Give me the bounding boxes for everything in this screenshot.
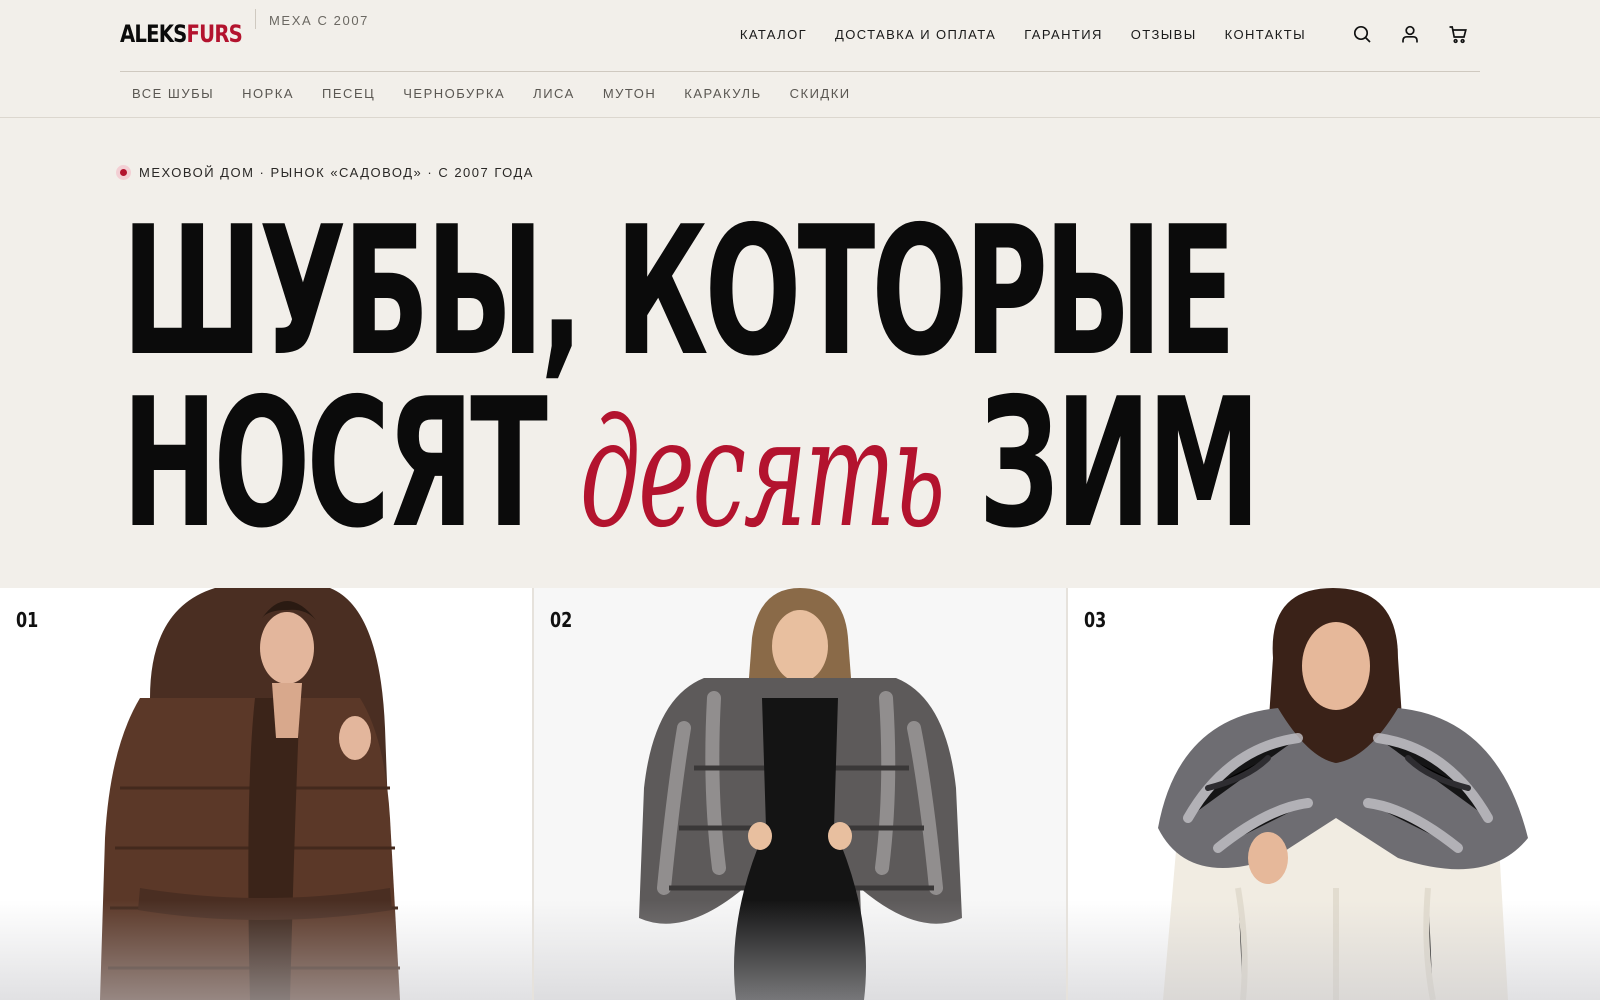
category-silver-fox[interactable]: ЧЕРНОБУРКА (403, 86, 505, 101)
status-dot-icon (116, 165, 131, 180)
user-icon[interactable] (1400, 24, 1420, 44)
card-number: 01 (16, 608, 39, 632)
cart-icon[interactable] (1448, 24, 1468, 44)
category-mink[interactable]: НОРКА (242, 86, 294, 101)
category-fox[interactable]: ЛИСА (533, 86, 575, 101)
header-top-bar: ALEKSFURS МЕХА С 2007 КАТАЛОГ ДОСТАВКА И… (120, 0, 1480, 72)
headline-word-start: НОСЯТ (122, 360, 548, 567)
card-shade (1068, 900, 1600, 1000)
category-arctic-fox[interactable]: ПЕСЕЦ (322, 86, 375, 101)
product-cards: 01 02 03 (0, 588, 1600, 1000)
card-number: 03 (1084, 608, 1107, 632)
header-actions (1352, 24, 1468, 44)
card-shade (0, 900, 532, 1000)
logo-divider (255, 9, 256, 29)
brand-tagline: МЕХА С 2007 (269, 13, 369, 28)
headline-word-end: ЗИМ (978, 360, 1261, 567)
main-navigation: КАТАЛОГ ДОСТАВКА И ОПЛАТА ГАРАНТИЯ ОТЗЫВ… (740, 27, 1306, 42)
category-mouton[interactable]: МУТОН (603, 86, 656, 101)
hero-eyebrow: МЕХОВОЙ ДОМ · РЫНОК «САДОВОД» · С 2007 Г… (116, 165, 534, 180)
product-card[interactable]: 02 (534, 588, 1066, 1000)
search-icon[interactable] (1352, 24, 1372, 44)
headline-line-2: НОСЯТ десять ЗИМ (122, 375, 1261, 561)
card-shade (534, 900, 1066, 1000)
category-sale[interactable]: СКИДКИ (790, 86, 851, 101)
nav-delivery-payment[interactable]: ДОСТАВКА И ОПЛАТА (835, 27, 996, 42)
site-header: ALEKSFURS МЕХА С 2007 КАТАЛОГ ДОСТАВКА И… (0, 0, 1600, 118)
category-karakul[interactable]: КАРАКУЛЬ (684, 86, 761, 101)
product-card[interactable]: 01 (0, 588, 532, 1000)
nav-catalog[interactable]: КАТАЛОГ (740, 27, 807, 42)
nav-reviews[interactable]: ОТЗЫВЫ (1131, 27, 1197, 42)
headline-accent-word: десять (579, 387, 945, 561)
category-all-coats[interactable]: ВСЕ ШУБЫ (132, 86, 214, 101)
card-number: 02 (550, 608, 573, 632)
nav-contacts[interactable]: КОНТАКТЫ (1225, 27, 1306, 42)
product-card[interactable]: 03 (1068, 588, 1600, 1000)
brand-logo[interactable]: ALEKSFURS (120, 20, 269, 48)
category-navigation: ВСЕ ШУБЫ НОРКА ПЕСЕЦ ЧЕРНОБУРКА ЛИСА МУТ… (132, 86, 851, 101)
headline-line-1: ШУБЫ, КОТОРЫЕ (122, 188, 1236, 395)
logo-wordmark: ALEKSFURS (120, 20, 243, 48)
nav-guarantee[interactable]: ГАРАНТИЯ (1024, 27, 1103, 42)
hero-eyebrow-text: МЕХОВОЙ ДОМ · РЫНОК «САДОВОД» · С 2007 Г… (139, 165, 534, 180)
hero-headline: ШУБЫ, КОТОРЫЕ НОСЯТ десять ЗИМ (122, 188, 1600, 561)
